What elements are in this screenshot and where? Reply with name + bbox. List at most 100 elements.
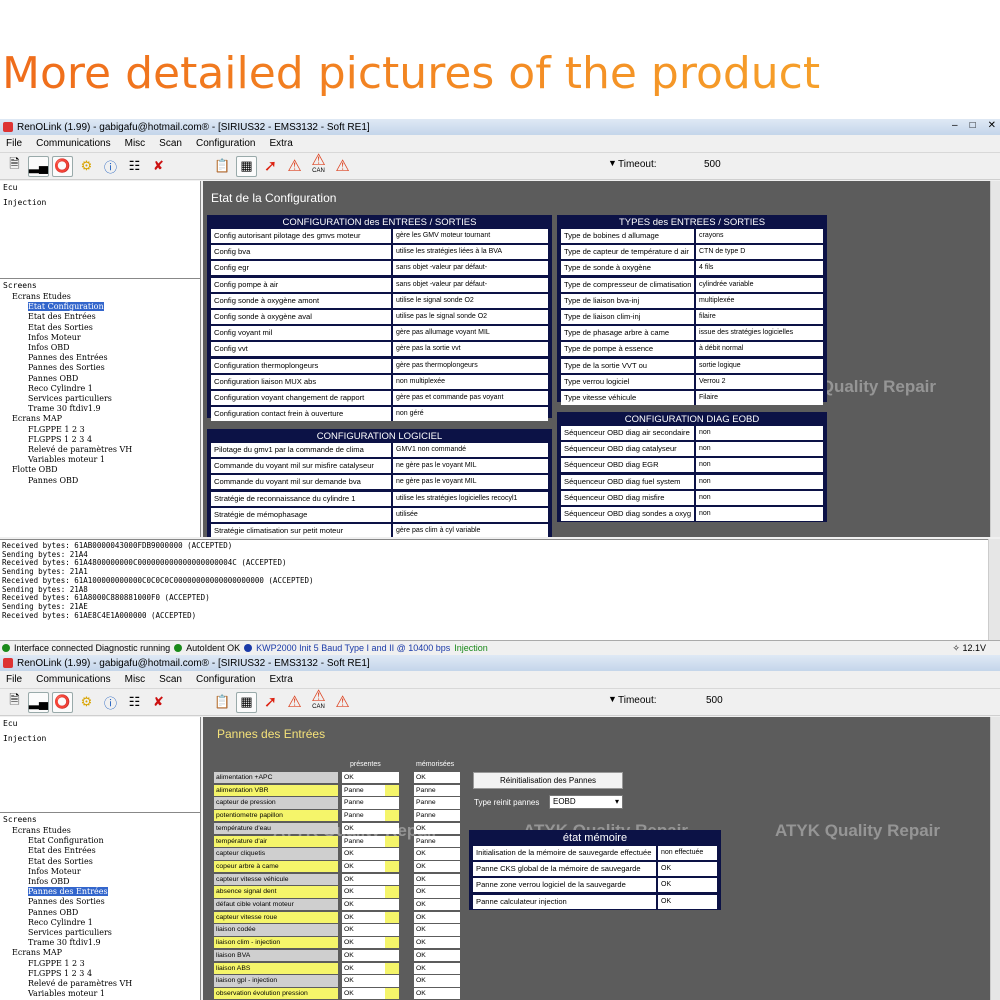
clipboard-icon[interactable]: 📋: [212, 692, 233, 713]
dropdown-arrow-icon[interactable]: ▼: [608, 694, 617, 704]
clear-warning-icon[interactable]: ⚠: [332, 692, 353, 713]
stop-icon[interactable]: ⭕: [52, 155, 73, 177]
calculator-icon[interactable]: ▦: [236, 155, 257, 177]
screens-label: Screens: [3, 281, 37, 290]
scan-icon[interactable]: ☷: [124, 692, 145, 713]
can-warning-icon[interactable]: ⚠ CAN: [308, 689, 329, 713]
info-icon[interactable]: ⓘ: [100, 692, 121, 713]
info-icon[interactable]: ⓘ: [100, 156, 121, 177]
menu-file[interactable]: File: [6, 674, 22, 685]
scan-icon[interactable]: ☷: [124, 156, 145, 177]
tree-item[interactable]: Infos Moteur: [28, 333, 81, 342]
menu-misc[interactable]: Misc: [125, 674, 146, 685]
tree-item[interactable]: Relevé de paramètres VH: [28, 979, 132, 988]
tree-item[interactable]: Trame 30 ftdiv1.9: [28, 404, 101, 413]
timeout-value[interactable]: 500: [704, 159, 721, 170]
tree-item[interactable]: Etat des Sorties: [28, 857, 93, 866]
menu-scan[interactable]: Scan: [159, 138, 182, 149]
col-present: présentes: [350, 761, 381, 768]
menu-scan[interactable]: Scan: [159, 674, 182, 685]
tree-item[interactable]: Etat des Sorties: [28, 323, 93, 332]
tree-item[interactable]: Etat Configuration: [28, 302, 104, 312]
content-scrollbar[interactable]: [990, 717, 1000, 1000]
tree-item[interactable]: Etat des Entrées: [28, 846, 96, 855]
fault-row: alimentation +APC OK OK: [214, 772, 460, 784]
menu-file[interactable]: File: [6, 138, 22, 149]
tree-item[interactable]: Pannes des Entrées: [28, 887, 108, 897]
tree-item[interactable]: Variables moteur 1: [28, 455, 105, 464]
new-document-icon[interactable]: 🗎: [4, 692, 25, 713]
warning-icon[interactable]: ⚠: [284, 156, 305, 177]
tree-item[interactable]: Etat Configuration: [28, 836, 104, 845]
tree-node: Reco Cylindre 1: [2, 918, 200, 928]
menu-extra[interactable]: Extra: [269, 138, 292, 149]
tree-item[interactable]: Pannes des Sorties: [28, 363, 105, 372]
signal-bars-icon[interactable]: ▂▄: [28, 155, 49, 177]
tree-item[interactable]: Infos OBD: [28, 343, 70, 352]
tree-group[interactable]: Ecrans Etudes: [12, 826, 71, 835]
tree-item[interactable]: Variables moteur 1: [28, 989, 105, 998]
tree-item[interactable]: Reco Cylindre 1: [28, 384, 93, 393]
minimize-icon[interactable]: –: [952, 120, 958, 131]
stop-icon[interactable]: ⭕: [52, 691, 73, 713]
clipboard-icon[interactable]: 📋: [212, 156, 233, 177]
tree-item[interactable]: FLGPPS 1 2 3 4: [28, 435, 92, 444]
tree-item[interactable]: Pannes OBD: [28, 476, 78, 485]
maximize-icon[interactable]: □: [970, 120, 976, 131]
menu-communications[interactable]: Communications: [36, 138, 110, 149]
tree-item[interactable]: Services particuliers: [28, 394, 112, 403]
tree-item[interactable]: FLGPPS 1 2 3 4: [28, 969, 92, 978]
tree-item[interactable]: Pannes des Entrées: [28, 353, 108, 362]
tree-item[interactable]: FLGPPE 1 2 3: [28, 959, 85, 968]
can-warning-icon[interactable]: ⚠ CAN: [308, 153, 329, 177]
tree-item[interactable]: Relevé de paramètres VH: [28, 445, 132, 454]
tree-group[interactable]: Flotte OBD: [12, 465, 57, 474]
menu-communications[interactable]: Communications: [36, 674, 110, 685]
panel-row: Panne zone verrou logiciel de la sauvega…: [473, 878, 717, 894]
gear-icon[interactable]: ⚙: [76, 156, 97, 177]
tree-item[interactable]: Pannes OBD: [28, 374, 78, 383]
tree-item[interactable]: Pannes des Sorties: [28, 897, 105, 906]
tree-item[interactable]: Infos OBD: [28, 877, 70, 886]
new-document-icon[interactable]: 🗎: [4, 156, 25, 177]
tree-item[interactable]: Pannes OBD: [28, 908, 78, 917]
disconnect-icon[interactable]: ✘: [148, 156, 169, 177]
tree-group[interactable]: Ecrans MAP: [12, 414, 62, 423]
ecu-item[interactable]: Injection: [0, 194, 200, 209]
tree-item[interactable]: Etat des Entrées: [28, 312, 96, 321]
tree-item[interactable]: Infos Moteur: [28, 867, 81, 876]
calculator-icon[interactable]: ▦: [236, 691, 257, 713]
reset-type-select[interactable]: EOBD ▾: [549, 795, 623, 809]
menu-configuration[interactable]: Configuration: [196, 138, 255, 149]
gear-icon[interactable]: ⚙: [76, 692, 97, 713]
tree-item[interactable]: Services particuliers: [28, 928, 112, 937]
tree-group[interactable]: Ecrans MAP: [12, 948, 62, 957]
tree-item[interactable]: FLGPPE 1 2 3: [28, 425, 85, 434]
toolbar: 🗎 ▂▄ ⭕ ⚙ ⓘ ☷ ✘ 📋 ▦ ➚ ⚠ ⚠ CAN ⚠ ▼ Timeout:…: [0, 689, 1000, 716]
fault-memorized: Panne: [414, 784, 460, 797]
clear-warning-icon[interactable]: ⚠: [332, 156, 353, 177]
close-icon[interactable]: ✕: [988, 120, 996, 131]
reset-faults-button[interactable]: Réinitialisation des Pannes: [473, 772, 623, 789]
tree-group[interactable]: Ecrans Etudes: [12, 292, 71, 301]
fault-name: capteur de pression: [214, 797, 338, 809]
warning-icon[interactable]: ⚠: [284, 692, 305, 713]
inject-icon[interactable]: ➚: [260, 692, 281, 713]
timeout-value[interactable]: 500: [706, 695, 723, 706]
ecu-pane: Ecu Injection: [0, 717, 200, 813]
row-value: gère les GMV moteur tournant: [393, 229, 548, 243]
menu-misc[interactable]: Misc: [125, 138, 146, 149]
content-scrollbar[interactable]: [990, 181, 1000, 537]
config-content: Etat de la Configuration ATYK Quality Re…: [203, 181, 1000, 537]
tree-item[interactable]: Reco Cylindre 1: [28, 918, 93, 927]
dropdown-arrow-icon[interactable]: ▼: [608, 158, 617, 168]
menu-configuration[interactable]: Configuration: [196, 674, 255, 685]
inject-icon[interactable]: ➚: [260, 156, 281, 177]
tree-node: Infos OBD: [2, 343, 200, 353]
signal-bars-icon[interactable]: ▂▄: [28, 691, 49, 713]
ecu-item[interactable]: Injection: [0, 730, 200, 745]
tree-item[interactable]: Trame 30 ftdiv1.9: [28, 938, 101, 947]
menu-extra[interactable]: Extra: [269, 674, 292, 685]
log-scrollbar[interactable]: [988, 539, 1000, 640]
disconnect-icon[interactable]: ✘: [148, 692, 169, 713]
